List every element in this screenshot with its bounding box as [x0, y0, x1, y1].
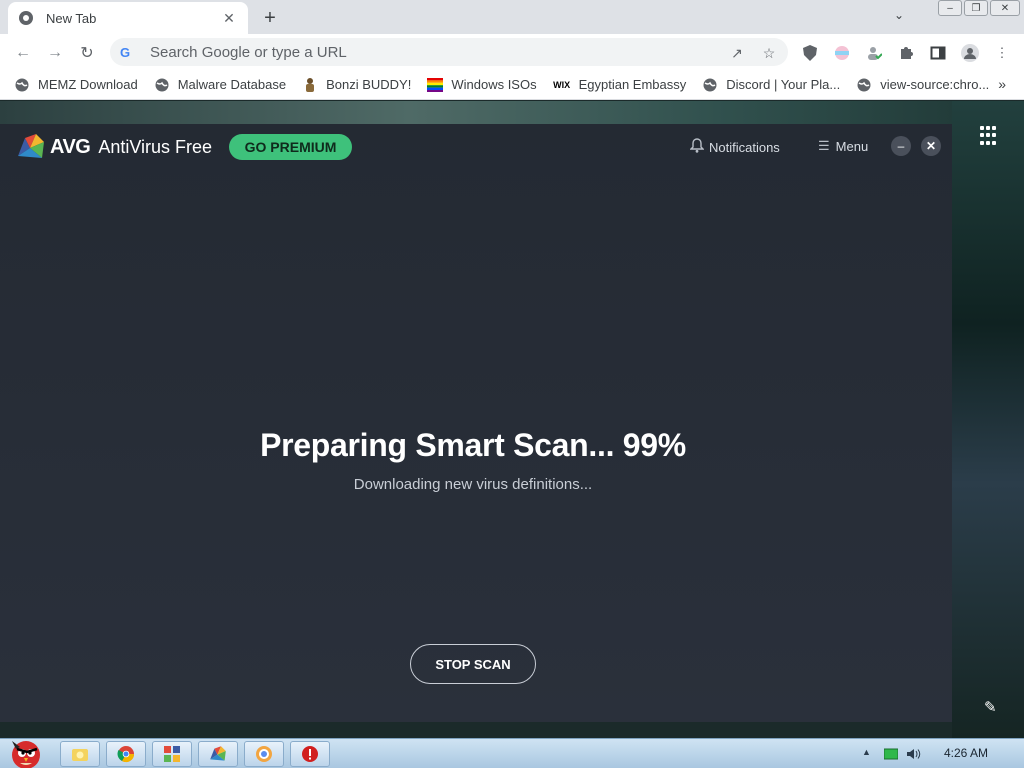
stop-scan-button[interactable]: STOP SCAN [410, 644, 536, 684]
start-button-angry-bird-icon[interactable] [2, 735, 50, 768]
scan-status-subtitle: Downloading new virus definitions... [353, 476, 593, 493]
avg-product-name: AntiVirus Free [98, 136, 213, 157]
bookmark-discord[interactable]: Discord | Your Pla... [702, 77, 840, 93]
bookmark-windows-isos[interactable]: Windows ISOs [427, 77, 537, 93]
wix-icon: WIX [553, 79, 571, 90]
bonzi-icon [302, 77, 318, 93]
bookmark-label: Egyptian Embassy [578, 77, 687, 92]
bookmarks-overflow-chevron-icon[interactable]: » [998, 76, 1006, 92]
pencil-edit-icon[interactable]: ✎ [984, 698, 997, 716]
hamburger-menu-icon: ☰ [818, 138, 830, 153]
menu-label: Menu [835, 138, 869, 154]
taskbar-colorful-app-icon[interactable] [152, 741, 192, 767]
tab-title: New Tab [46, 10, 97, 26]
tab-close-icon[interactable]: ✕ [220, 10, 238, 27]
avg-antivirus-window: AVG AntiVirus Free GO PREMIUM Notificati… [0, 124, 952, 722]
ublock-origin-icon[interactable] [801, 44, 819, 62]
volume-icon[interactable] [906, 747, 922, 759]
side-panel-icon[interactable] [929, 44, 947, 62]
bookmark-label: MEMZ Download [38, 77, 138, 92]
extensions-puzzle-icon[interactable] [897, 44, 915, 62]
chrome-icon [18, 10, 34, 26]
scan-status-title: Preparing Smart Scan... 99% [260, 427, 686, 463]
bookmark-egyptian-embassy[interactable]: WIX Egyptian Embassy [553, 77, 687, 93]
tab-new-tab[interactable]: New Tab ✕ [8, 2, 248, 34]
new-tab-button[interactable]: + [258, 6, 282, 30]
avg-brand: AVG [50, 135, 91, 158]
bookmark-label: Bonzi BUDDY! [326, 77, 412, 92]
page-background [0, 101, 1024, 124]
bookmark-label: Discord | Your Pla... [726, 77, 841, 92]
bookmark-label: Windows ISOs [451, 77, 537, 92]
google-g-icon: G [120, 44, 131, 60]
taskbar-chrome-icon[interactable] [106, 741, 146, 767]
extension-person-icon[interactable] [865, 44, 883, 62]
omnibox-input[interactable] [150, 43, 710, 61]
notifications-button[interactable]: Notifications [689, 138, 780, 156]
taskbar-avg-icon[interactable] [198, 741, 238, 767]
tab-strip: New Tab ✕ + ⌄ – ❐ ✕ [0, 0, 1024, 34]
tab-search-chevron-icon[interactable]: ⌄ [894, 8, 904, 22]
chrome-menu-icon[interactable]: ⋮ [993, 44, 1011, 62]
bookmarks-bar: MEMZ Download Malware Database Bonzi BUD… [0, 70, 1024, 100]
bookmark-label: view-source:chro... [880, 77, 990, 92]
page-background-right [952, 101, 1024, 738]
taskbar-red-stop-icon[interactable] [290, 741, 330, 767]
avg-minimize-icon[interactable]: – [891, 136, 911, 156]
share-icon[interactable]: ↗ [728, 44, 746, 62]
minimize-window-icon[interactable]: – [938, 0, 962, 16]
go-premium-button[interactable]: GO PREMIUM [229, 134, 352, 160]
globe-icon [14, 77, 30, 93]
bookmark-bonzi-buddy[interactable]: Bonzi BUDDY! [302, 77, 411, 93]
rainbow-flag-icon [427, 77, 444, 93]
window-controls: – ❐ ✕ [938, 0, 1020, 18]
bookmark-label: Malware Database [177, 77, 287, 92]
tray-expand-icon[interactable]: ▲ [862, 747, 871, 757]
avg-close-icon[interactable]: ✕ [921, 136, 941, 156]
omnibox[interactable]: G ↗ ☆ [110, 38, 788, 66]
notifications-label: Notifications [709, 139, 780, 155]
avg-logo-icon [16, 132, 46, 162]
bookmark-star-icon[interactable]: ☆ [760, 44, 778, 62]
reload-icon[interactable]: ↻ [76, 42, 98, 64]
menu-button[interactable]: ☰ Menu [818, 138, 868, 154]
globe-icon [856, 77, 872, 93]
forward-arrow-icon[interactable]: → [44, 42, 66, 64]
taskbar-clock[interactable]: 4:26 AM [944, 746, 988, 760]
network-icon[interactable] [883, 747, 900, 760]
back-arrow-icon[interactable]: ← [12, 42, 34, 64]
taskbar: ▲ 4:26 AM [0, 738, 1024, 768]
extension-flag-icon[interactable] [833, 44, 851, 62]
avg-logo: AVG AntiVirus Free [16, 132, 212, 162]
google-apps-grid-icon[interactable] [980, 126, 1000, 146]
bookmark-memz-download[interactable]: MEMZ Download [14, 77, 138, 93]
browser-toolbar: ← → ↻ G ↗ ☆ ⋮ [0, 34, 1024, 70]
bell-icon [689, 138, 705, 156]
close-window-icon[interactable]: ✕ [990, 0, 1020, 16]
taskbar-explorer-icon[interactable] [60, 741, 100, 767]
taskbar-browser-icon[interactable] [244, 741, 284, 767]
bookmark-view-source[interactable]: view-source:chro... [856, 77, 989, 93]
globe-icon [702, 77, 718, 93]
globe-icon [154, 77, 170, 93]
bookmark-malware-database[interactable]: Malware Database [154, 77, 286, 93]
restore-window-icon[interactable]: ❐ [964, 0, 988, 16]
profile-avatar-icon[interactable] [961, 44, 979, 62]
